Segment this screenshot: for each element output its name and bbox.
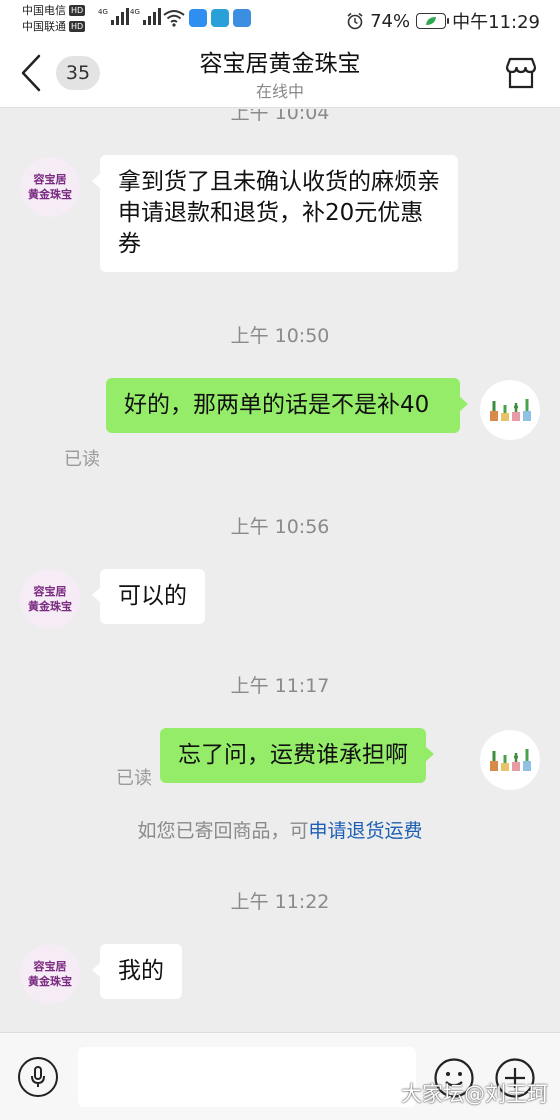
user-avatar[interactable] bbox=[480, 730, 540, 790]
cactus-plants-icon bbox=[490, 749, 531, 771]
message-input[interactable] bbox=[78, 1047, 416, 1107]
online-status: 在线中 bbox=[255, 82, 304, 101]
message-bubble-sent[interactable]: 忘了问，运费谁承担啊 bbox=[160, 728, 434, 783]
timestamp: 上午 11:22 bbox=[230, 891, 330, 913]
weather-app-icon bbox=[233, 9, 251, 27]
battery-icon bbox=[416, 13, 450, 29]
carrier-1: 中国电信 bbox=[22, 4, 66, 17]
store-avatar[interactable]: 容宝居 黄金珠宝 bbox=[20, 157, 80, 217]
microphone-icon bbox=[31, 1066, 45, 1087]
timestamp: 上午 10:04 bbox=[230, 109, 330, 124]
message-bubble-received[interactable]: 我的 bbox=[92, 944, 182, 999]
message-bubble-received[interactable]: 可以的 bbox=[92, 569, 205, 624]
request-return-shipping-link[interactable]: 申请退货运费 bbox=[309, 820, 423, 842]
clock: 中午11:29 bbox=[452, 12, 540, 33]
user-avatar[interactable] bbox=[480, 380, 540, 440]
book-app-icon bbox=[211, 9, 229, 27]
signal-icon: 4G bbox=[130, 8, 161, 25]
message-bubble-sent[interactable]: 好的，那两单的话是不是补40 bbox=[106, 378, 468, 433]
cactus-plants-icon bbox=[490, 399, 531, 421]
read-receipt: 已读 bbox=[116, 768, 152, 789]
hd-badge: HD bbox=[69, 5, 86, 16]
timestamp: 上午 10:50 bbox=[230, 325, 330, 347]
chat-title: 容宝居黄金珠宝 bbox=[199, 51, 361, 77]
status-right: 74% 中午11:29 bbox=[346, 8, 540, 34]
voice-input-button[interactable] bbox=[18, 1057, 58, 1097]
timestamp: 上午 10:56 bbox=[230, 516, 330, 538]
carrier-2: 中国联通 bbox=[22, 20, 66, 33]
store-avatar[interactable]: 容宝居 黄金珠宝 bbox=[20, 944, 80, 1004]
watermark: 大家坛@刘王珂 bbox=[401, 1082, 548, 1106]
status-bar: 中国电信 HD 中国联通 HD 4G 4G 74% 中午11:29 bbox=[0, 0, 560, 38]
wifi-icon bbox=[163, 10, 185, 27]
carrier-info: 中国电信 HD 中国联通 HD bbox=[22, 3, 86, 35]
store-avatar[interactable]: 容宝居 黄金珠宝 bbox=[20, 569, 80, 629]
timestamp: 上午 11:17 bbox=[230, 675, 330, 697]
store-icon[interactable] bbox=[502, 54, 540, 92]
message-bubble-received[interactable]: 拿到货了且未确认收货的麻烦亲申请退款和退货，补20元优惠券 bbox=[92, 155, 458, 272]
battery-percent: 74% bbox=[370, 10, 411, 32]
hd-badge: HD bbox=[69, 21, 86, 32]
read-receipt: 已读 bbox=[64, 449, 100, 470]
cloud-app-icon bbox=[189, 9, 207, 27]
alarm-icon bbox=[347, 12, 363, 30]
signal-icon: 4G bbox=[98, 8, 129, 25]
system-note: 如您已寄回商品，可申请退货运费 bbox=[137, 820, 423, 842]
chat-header: 35 容宝居黄金珠宝 在线中 bbox=[0, 38, 560, 108]
message-list[interactable]: 上午 10:04 容宝居 黄金珠宝 拿到货了且未确认收货的麻烦亲申请退款和退货，… bbox=[0, 109, 560, 1032]
